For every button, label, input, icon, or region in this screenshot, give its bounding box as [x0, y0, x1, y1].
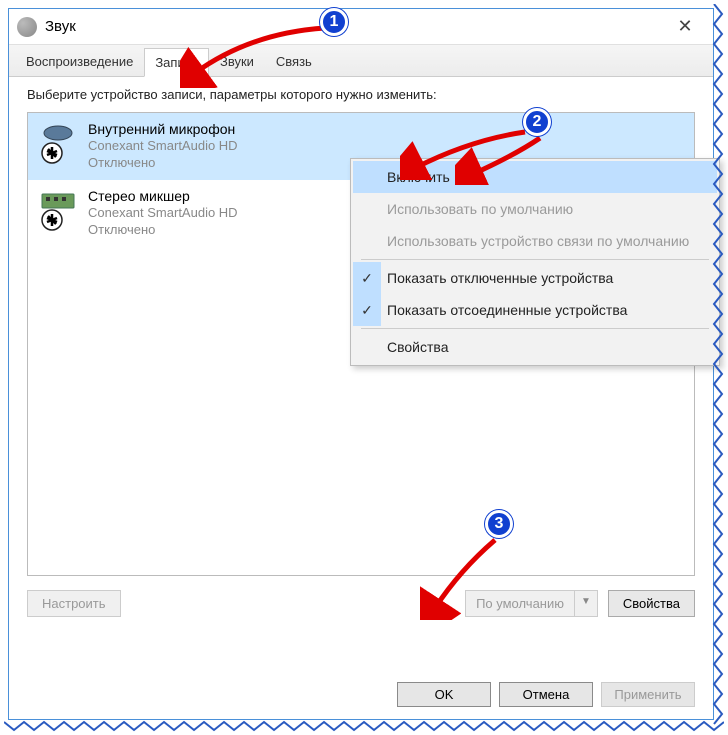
menu-label: Показать отсоединенные устройства	[387, 302, 627, 318]
device-driver: Conexant SmartAudio HD	[88, 138, 684, 155]
menu-label: Показать отключенные устройства	[387, 270, 613, 286]
menu-enable[interactable]: Включить	[353, 161, 717, 193]
dropdown-arrow-icon[interactable]: ▼	[575, 590, 598, 617]
annotation-badge-3: 3	[485, 510, 513, 538]
sound-icon	[17, 17, 37, 37]
device-name: Внутренний микрофон	[88, 121, 684, 137]
annotation-badge-2: 2	[523, 108, 551, 136]
cancel-button[interactable]: Отмена	[499, 682, 593, 707]
menu-show-disabled[interactable]: ✓ Показать отключенные устройства	[353, 262, 717, 294]
close-button[interactable]: ✕	[665, 16, 705, 37]
tab-recording[interactable]: Запись	[144, 48, 209, 77]
check-icon: ✓	[353, 262, 381, 294]
window-title: Звук	[45, 18, 665, 35]
menu-properties[interactable]: Свойства	[353, 331, 717, 363]
zigzag-edge-right	[710, 4, 728, 728]
menu-set-default[interactable]: Использовать по умолчанию	[353, 193, 717, 225]
set-default-button[interactable]: По умолчанию	[465, 590, 575, 617]
bottom-button-row: Настроить По умолчанию ▼ Свойства	[27, 590, 695, 617]
dialog-button-row: OK Отмена Применить	[9, 670, 713, 719]
annotation-badge-1: 1	[320, 8, 348, 36]
check-icon: ✓	[353, 294, 381, 326]
mixer-icon	[38, 188, 78, 232]
ok-button[interactable]: OK	[397, 682, 491, 707]
context-menu: Включить Использовать по умолчанию Испол…	[350, 158, 720, 366]
set-default-split-button[interactable]: По умолчанию ▼	[465, 590, 598, 617]
instruction-text: Выберите устройство записи, параметры ко…	[27, 87, 695, 102]
menu-show-disconnected[interactable]: ✓ Показать отсоединенные устройства	[353, 294, 717, 326]
configure-button[interactable]: Настроить	[27, 590, 121, 617]
menu-set-default-comm[interactable]: Использовать устройство связи по умолчан…	[353, 225, 717, 257]
tab-communications[interactable]: Связь	[265, 47, 323, 76]
menu-separator	[361, 328, 709, 329]
tab-sounds[interactable]: Звуки	[209, 47, 265, 76]
tab-bar: Воспроизведение Запись Звуки Связь	[9, 45, 713, 77]
apply-button[interactable]: Применить	[601, 682, 695, 707]
zigzag-edge-bottom	[4, 716, 724, 734]
titlebar: Звук ✕	[9, 9, 713, 45]
menu-separator	[361, 259, 709, 260]
tab-playback[interactable]: Воспроизведение	[15, 47, 144, 76]
properties-button[interactable]: Свойства	[608, 590, 695, 617]
microphone-icon	[38, 121, 78, 165]
